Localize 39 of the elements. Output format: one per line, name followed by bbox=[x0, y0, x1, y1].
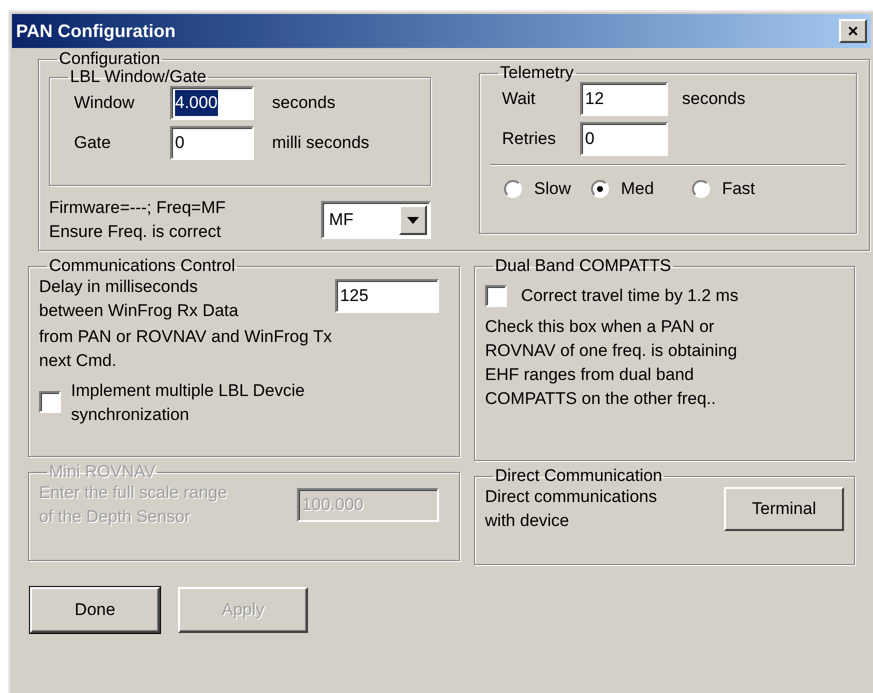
description-text: Direct communications with device bbox=[485, 486, 657, 532]
field-label: Wait bbox=[502, 88, 536, 110]
description-text: Check this box when a PAN or ROVNAV of one freq. is obtaining EHF ranges from dual band COMPATTS on the other freq.. bbox=[485, 316, 738, 410]
field-label: Retries bbox=[502, 128, 557, 150]
input-field[interactable]: 0 bbox=[170, 126, 254, 160]
group-title: LBL Window/Gate bbox=[70, 68, 208, 86]
checkbox[interactable] bbox=[39, 391, 61, 413]
checkbox[interactable] bbox=[485, 284, 508, 307]
dialog-button[interactable]: Done bbox=[30, 587, 160, 633]
group-title: Communications Control bbox=[48, 257, 236, 275]
input-field[interactable]: 0 bbox=[580, 122, 668, 156]
delay-text: from PAN or ROVNAV and WinFrog Tx next Cmd. bbox=[39, 326, 333, 372]
input-field[interactable]: 12 bbox=[580, 82, 668, 116]
group-title: Dual Band COMPATTS bbox=[494, 257, 672, 275]
unit-label: seconds bbox=[272, 92, 336, 114]
group-title: Direct Communication bbox=[494, 467, 664, 485]
group-title: Configuration bbox=[58, 50, 162, 68]
freq-dropdown[interactable]: MF bbox=[321, 201, 431, 239]
radio-button[interactable] bbox=[504, 180, 522, 198]
group-title: Mini ROVNAV bbox=[48, 463, 156, 481]
radio-label: Med bbox=[620, 178, 654, 200]
window-title: PAN Configuration bbox=[16, 20, 176, 43]
close-button[interactable]: × bbox=[839, 19, 867, 43]
dropdown-value: MF bbox=[329, 209, 354, 232]
input-field[interactable]: 125 bbox=[335, 279, 440, 313]
unit-label: milli seconds bbox=[272, 132, 370, 154]
checkbox-label: Implement multiple LBL Devcie synchronization bbox=[71, 380, 305, 426]
radio-button[interactable] bbox=[692, 180, 710, 198]
checkbox-label: Correct travel time by 1.2 ms bbox=[521, 285, 738, 307]
group-title: Telemetry bbox=[499, 64, 575, 82]
input-field[interactable]: 4.000 bbox=[170, 86, 254, 120]
terminal-button[interactable]: Terminal bbox=[724, 487, 844, 531]
field-label: Window bbox=[74, 92, 136, 114]
firmware-text: Firmware=---; Freq=MF Ensure Freq. is correct bbox=[49, 197, 226, 243]
unit-label: seconds bbox=[682, 88, 746, 110]
radio-button[interactable] bbox=[590, 180, 609, 198]
field-label: Gate bbox=[74, 132, 112, 154]
radio-label: Slow bbox=[534, 178, 571, 200]
radio-label: Fast bbox=[722, 178, 755, 200]
